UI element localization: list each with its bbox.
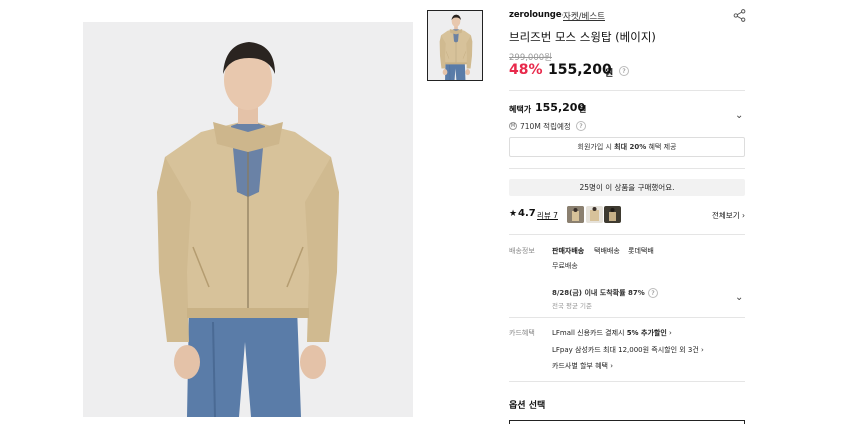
arrival-probability: 8/28(금) 이내 도착확률 87% (552, 289, 645, 297)
divider (509, 90, 745, 91)
star-icon: ★ (509, 209, 518, 219)
points-help-icon[interactable]: ? (576, 121, 586, 131)
benefit-chevron-down-icon[interactable]: ⌄ (735, 110, 743, 121)
card-benefit-installment[interactable]: 카드사별 할부 혜택 › (552, 361, 613, 371)
member-text-post: 혜택 제공 (646, 143, 677, 151)
share-icon[interactable] (733, 9, 746, 22)
card-line1-pre: LFmall 신용카드 결제시 (552, 329, 627, 337)
shipping-option-parcel[interactable]: 택배배송 (594, 246, 620, 256)
benefit-price-label: 혜택가 (509, 105, 532, 114)
product-main-image[interactable] (83, 22, 413, 417)
divider (509, 234, 745, 235)
card-line1-bold: 5% 추가할인 (626, 329, 667, 337)
arrival-help-icon[interactable]: ? (648, 288, 658, 298)
brand-link[interactable]: zerolounge (509, 10, 562, 20)
shipping-option-lotte[interactable]: 롯데택배 (628, 246, 654, 256)
sale-price-currency: 원 (605, 69, 614, 79)
benefit-price-currency: 원 (579, 105, 587, 114)
option-select-dropdown[interactable] (509, 420, 745, 424)
option-select-title: 옵션 선택 (509, 401, 546, 411)
card-line1-post: › (666, 329, 672, 337)
product-thumbnail[interactable] (427, 10, 483, 81)
point-icon: M (509, 122, 517, 130)
divider (509, 168, 745, 169)
arrival-note: 전국 평균 기준 (552, 302, 593, 310)
review-photo-thumbnail[interactable] (567, 206, 584, 223)
sale-price: 155,200 (548, 62, 612, 78)
thumbnail-photo (428, 11, 483, 81)
product-title: 브리즈번 모스 스윙탑 (베이지) (509, 30, 656, 44)
free-shipping-text: 무료배송 (552, 262, 578, 270)
product-photo (83, 22, 413, 417)
review-photo-thumbnail[interactable] (604, 206, 621, 223)
review-photo-thumbnail[interactable] (586, 206, 603, 223)
see-all-reviews-link[interactable]: 전체보기 › (712, 210, 745, 221)
discount-rate: 48% (509, 62, 543, 78)
category-link[interactable]: 자켓/베스트 (563, 10, 605, 22)
member-signup-banner[interactable]: 회원가입 시 최대 20% 혜택 제공 (509, 137, 745, 157)
product-info-panel: zerolounge › 자켓/베스트 브리즈번 모스 스윙탑 (베이지) 29… (509, 0, 746, 424)
card-benefit-label: 카드혜택 (509, 329, 535, 337)
rating-value: 4.7 (518, 208, 536, 219)
buyers-count-banner: 25명이 이 상품을 구매했어요. (509, 179, 745, 196)
price-help-icon[interactable]: ? (619, 66, 629, 76)
shipping-chevron-down-icon[interactable]: ⌄ (735, 292, 743, 303)
review-count-link[interactable]: 리뷰 7 (537, 210, 558, 221)
member-text-pre: 회원가입 시 (577, 143, 615, 151)
member-text-bold: 최대 20% (614, 143, 647, 151)
card-benefit-lfpay[interactable]: LFpay 삼성카드 최대 12,000원 즉시할인 외 3건 › (552, 345, 704, 355)
shipping-option-seller[interactable]: 판매자배송 (552, 246, 584, 256)
divider (509, 381, 745, 382)
points-text: 710M 적립예정 (520, 122, 571, 131)
shipping-info-label: 배송정보 (509, 247, 535, 255)
divider (509, 317, 745, 318)
card-benefit-lfmall[interactable]: LFmall 신용카드 결제시 5% 추가할인 › (552, 328, 672, 338)
benefit-price: 155,200 (535, 101, 586, 114)
